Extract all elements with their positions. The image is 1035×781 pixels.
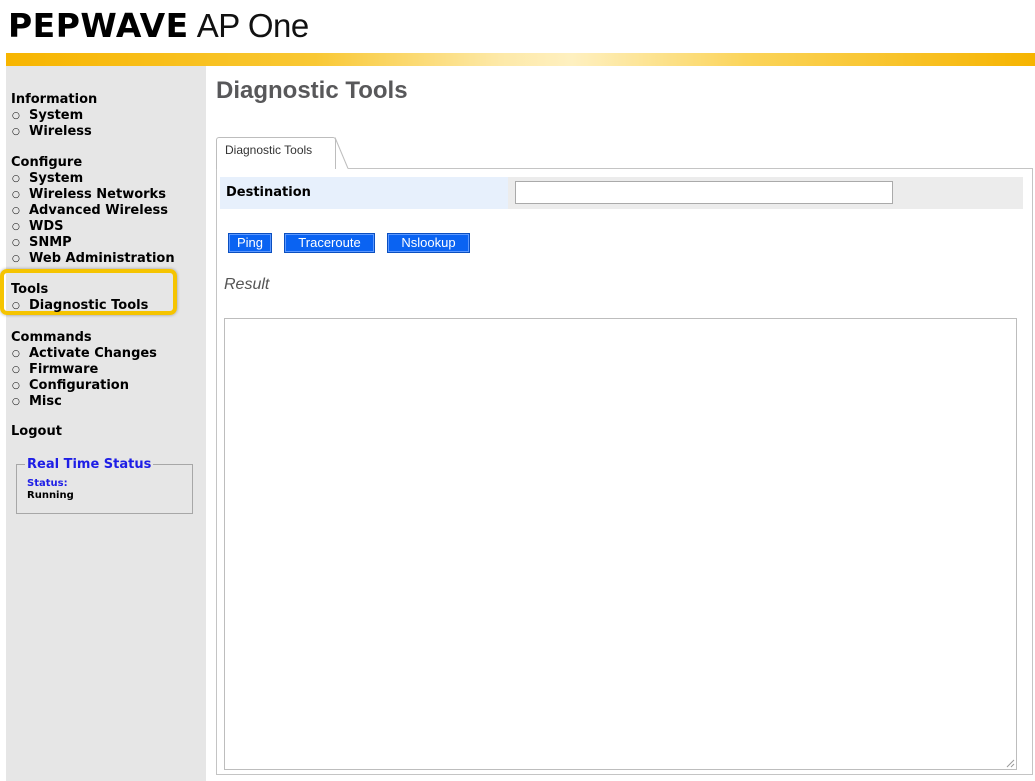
nav-item-information-system[interactable]: ○ System (11, 108, 97, 124)
nav-group-information: Information ○ System ○ Wireless (11, 92, 97, 140)
result-label: Result (224, 276, 270, 293)
nav-item-information-wireless[interactable]: ○ Wireless (11, 124, 97, 140)
nav-item-label: Wireless (29, 124, 92, 139)
nav-item-label: SNMP (29, 235, 72, 250)
ping-button[interactable]: Ping (228, 233, 272, 253)
bullet-icon: ○ (12, 365, 20, 375)
bullet-icon: ○ (12, 111, 20, 121)
bullet-icon: ○ (12, 190, 20, 200)
bullet-icon: ○ (12, 222, 20, 232)
page-title: Diagnostic Tools (216, 77, 408, 104)
bullet-icon: ○ (12, 301, 20, 311)
nav-item-label: Firmware (29, 362, 99, 377)
nav-item-advanced-wireless[interactable]: ○ Advanced Wireless (11, 203, 175, 219)
nav-heading-information: Information (11, 92, 98, 107)
bullet-icon: ○ (12, 381, 20, 391)
bullet-icon: ○ (12, 397, 20, 407)
bullet-icon: ○ (12, 174, 20, 184)
nav-item-label: Wireless Networks (29, 187, 166, 202)
nav-item-configure-system[interactable]: ○ System (11, 171, 175, 187)
nav-item-label: Diagnostic Tools (29, 298, 149, 313)
nav-heading-tools: Tools (11, 282, 49, 297)
bullet-icon: ○ (12, 127, 20, 137)
nav-item-snmp[interactable]: ○ SNMP (11, 235, 175, 251)
status-legend: Real Time Status (25, 457, 154, 472)
nav-group-tools: Tools ○ Diagnostic Tools (11, 282, 148, 314)
nslookup-button[interactable]: Nslookup (387, 233, 470, 253)
nav-heading-configure: Configure (11, 155, 83, 170)
traceroute-button[interactable]: Traceroute (284, 233, 375, 253)
accent-bar (6, 53, 1035, 66)
nav-group-commands: Commands ○ Activate Changes ○ Firmware ○ Co… (11, 330, 157, 410)
real-time-status-box: Real Time Status Status: Running (16, 457, 193, 514)
bullet-icon: ○ (12, 254, 20, 264)
resize-grip-icon[interactable] (1006, 759, 1015, 768)
nav-item-activate-changes[interactable]: ○ Activate Changes (11, 346, 157, 362)
nav-item-configuration[interactable]: ○ Configuration (11, 378, 157, 394)
nav-item-label: Configuration (29, 378, 129, 393)
status-value: Running (27, 490, 74, 501)
nav-item-label: Activate Changes (29, 346, 157, 361)
sidebar: Information ○ System ○ Wireless Configure … (0, 66, 206, 781)
status-label: Status: (27, 478, 68, 489)
brand-name: PEPWAVE (8, 6, 189, 45)
destination-label: Destination (226, 185, 311, 200)
product-name: AP One (196, 7, 309, 44)
bullet-icon: ○ (12, 349, 20, 359)
nav-group-configure: Configure ○ System ○ Wireless Networks ○ Ad… (11, 155, 175, 267)
logout-link[interactable]: Logout (11, 424, 62, 440)
tab-label: Diagnostic Tools (225, 143, 313, 157)
bullet-icon: ○ (12, 206, 20, 216)
nav-heading-commands: Commands (11, 330, 92, 345)
nav-item-label: Web Administration (29, 251, 175, 266)
tab-diagnostic-tools[interactable]: Diagnostic Tools (216, 137, 336, 169)
nav-item-wds[interactable]: ○ WDS (11, 219, 175, 235)
nav-item-web-administration[interactable]: ○ Web Administration (11, 251, 175, 267)
nav-item-diagnostic-tools[interactable]: ○ Diagnostic Tools (11, 298, 148, 314)
logo: PEPWAVE AP One (8, 6, 309, 50)
nav-item-firmware[interactable]: ○ Firmware (11, 362, 157, 378)
nav-item-label: WDS (29, 219, 64, 234)
nav-item-label: Misc (29, 394, 62, 409)
nav-item-label: Advanced Wireless (29, 203, 168, 218)
nav-item-label: System (29, 108, 84, 123)
bullet-icon: ○ (12, 238, 20, 248)
nav-item-misc[interactable]: ○ Misc (11, 394, 157, 410)
header: PEPWAVE AP One (0, 0, 1035, 66)
nav-item-label: System (29, 171, 84, 186)
nav-item-wireless-networks[interactable]: ○ Wireless Networks (11, 187, 175, 203)
destination-input[interactable] (515, 181, 893, 204)
result-textarea[interactable] (224, 318, 1017, 770)
